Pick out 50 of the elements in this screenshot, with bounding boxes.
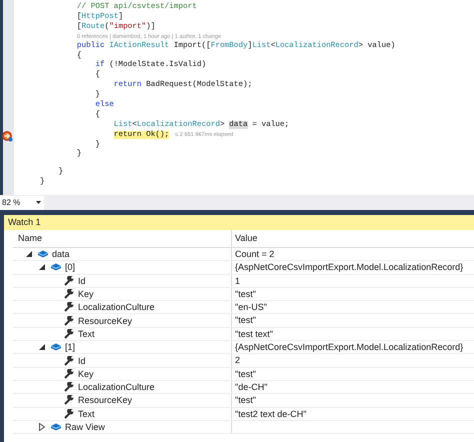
variable-name: LocalizationCulture bbox=[78, 382, 155, 392]
expanded-arrow-icon[interactable] bbox=[39, 264, 45, 270]
object-icon bbox=[38, 250, 48, 258]
variable-name: Text bbox=[78, 408, 95, 419]
variable-name: data bbox=[52, 249, 70, 260]
wrench-icon bbox=[64, 368, 74, 379]
expanded-arrow-icon[interactable] bbox=[39, 344, 45, 350]
dropdown-caret-icon[interactable] bbox=[36, 201, 41, 204]
variable-value: "test" bbox=[235, 368, 256, 379]
variable-value: "test text" bbox=[235, 328, 273, 339]
wrench-icon bbox=[64, 328, 74, 339]
expanded-arrow-icon[interactable] bbox=[26, 251, 32, 258]
variable-name: [1] bbox=[65, 342, 76, 352]
panel-title: Watch 1 bbox=[4, 215, 474, 230]
wrench-icon bbox=[64, 289, 74, 300]
wrench-icon bbox=[64, 276, 74, 286]
variable-value: "test" bbox=[235, 395, 256, 406]
variable-value: {AspNetCoreCsvImportExport.Model.LocalizationRecord} bbox=[235, 262, 464, 272]
variable-name: LocalizationCulture bbox=[78, 302, 155, 312]
object-icon bbox=[51, 263, 61, 272]
variable-name: Key bbox=[78, 368, 94, 379]
variable-value: "test2 text de-CH" bbox=[235, 408, 306, 419]
variable-name: Id bbox=[78, 356, 86, 366]
variable-value: "de-CH" bbox=[235, 382, 268, 392]
variable-name: Raw View bbox=[65, 422, 105, 432]
variable-value: 1 bbox=[235, 276, 240, 286]
column-header[interactable]: Name bbox=[13, 230, 232, 247]
variable-value: "test" bbox=[235, 288, 256, 299]
object-icon bbox=[51, 423, 61, 431]
variable-name: Text bbox=[78, 328, 95, 339]
object-icon bbox=[51, 343, 61, 352]
wrench-icon bbox=[64, 316, 74, 326]
variable-value: {AspNetCoreCsvImportExport.Model.LocalizationRecord} bbox=[235, 342, 464, 352]
wrench-icon bbox=[64, 302, 74, 312]
variable-name: ResourceKey bbox=[78, 316, 132, 326]
wrench-icon bbox=[64, 408, 74, 419]
variable-name: [0] bbox=[65, 262, 76, 272]
variable-value: 2 bbox=[235, 355, 240, 366]
zoom-dropdown[interactable]: 82 % bbox=[0, 196, 44, 210]
variable-name: ResourceKey bbox=[78, 395, 132, 406]
wrench-icon bbox=[64, 395, 74, 406]
wrench-icon bbox=[64, 382, 74, 392]
variable-name: Key bbox=[78, 289, 94, 300]
column-header[interactable]: Value bbox=[232, 230, 474, 247]
variable-value: "en-US" bbox=[235, 302, 267, 312]
variable-value: "test" bbox=[235, 315, 256, 326]
variable-name: Id bbox=[78, 276, 86, 286]
variable-value: Count = 2 bbox=[235, 249, 274, 259]
collapsed-arrow-icon[interactable] bbox=[39, 423, 45, 431]
wrench-icon bbox=[64, 356, 74, 366]
